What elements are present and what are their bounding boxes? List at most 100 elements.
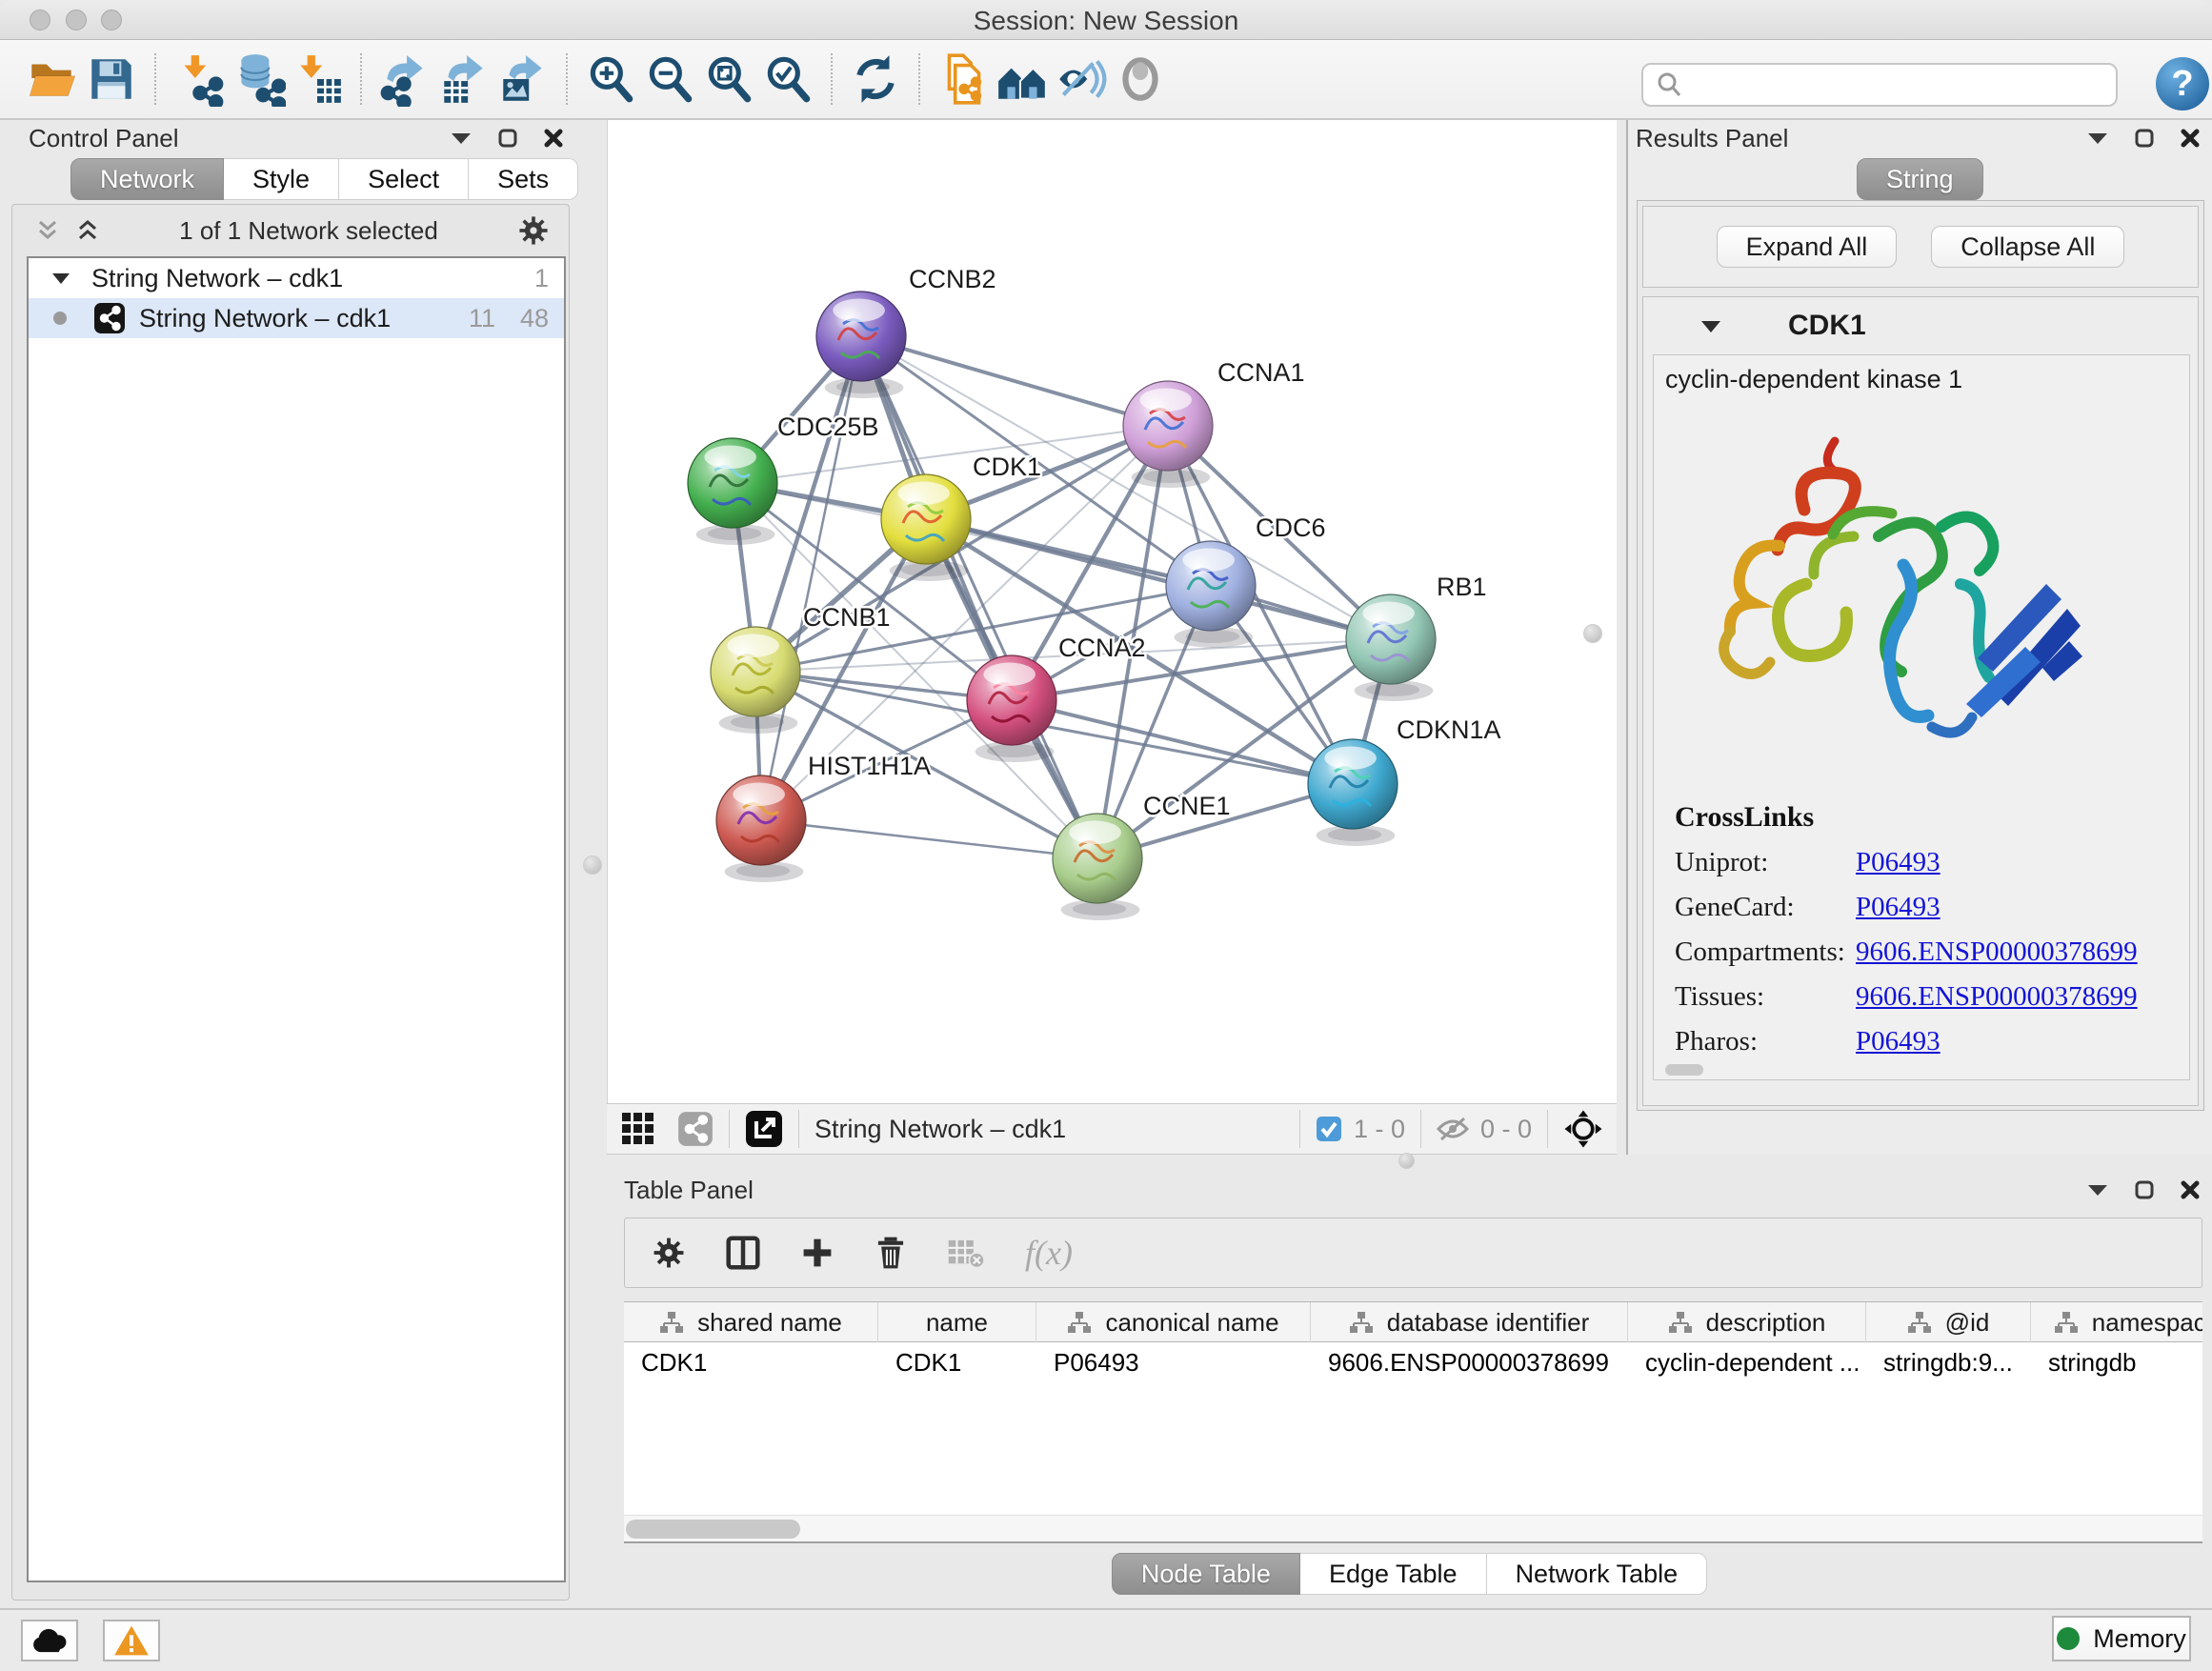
network-edge[interactable] [761, 820, 1097, 858]
cloud-button[interactable] [21, 1620, 78, 1661]
network-node[interactable]: CCNB2 [816, 265, 996, 398]
show-columns-icon[interactable] [726, 1236, 760, 1270]
float-panel-icon[interactable] [2134, 1179, 2155, 1200]
gear-icon[interactable] [652, 1236, 686, 1270]
function-builder-icon[interactable]: f(x) [1025, 1233, 1073, 1273]
table-hscrollbar[interactable] [624, 1515, 2202, 1541]
table-cell[interactable]: CDK1 [878, 1342, 1036, 1382]
tab-sets[interactable]: Sets [469, 158, 578, 200]
first-neighbors-icon[interactable] [993, 50, 1052, 109]
right-splitter-handle[interactable] [1583, 624, 1602, 643]
table-cell[interactable]: P06493 [1036, 1342, 1311, 1382]
zoom-selected-icon[interactable] [758, 50, 817, 109]
add-column-icon[interactable] [800, 1236, 835, 1270]
zoom-out-icon[interactable] [640, 50, 699, 109]
left-splitter-handle[interactable] [583, 856, 602, 875]
help-icon[interactable]: ? [2156, 57, 2209, 111]
tab-style[interactable]: Style [224, 158, 339, 200]
tab-node-table[interactable]: Node Table [1112, 1553, 1300, 1595]
network-collection-row[interactable]: String Network – cdk1 1 [29, 258, 564, 298]
table-cell[interactable]: stringdb:9... [1866, 1342, 2031, 1382]
section-expander-icon[interactable] [1700, 319, 1721, 333]
results-scrollbar-thumb[interactable] [1665, 1064, 1703, 1076]
expand-all-button[interactable]: Expand All [1717, 226, 1898, 268]
close-panel-icon[interactable] [543, 128, 564, 149]
open-session-icon[interactable] [23, 50, 82, 109]
float-panel-icon[interactable] [497, 128, 518, 149]
result-section-header[interactable]: CDK1 [1643, 303, 2198, 349]
table-cell[interactable]: stringdb [2031, 1342, 2202, 1382]
float-panel-icon[interactable] [2134, 128, 2155, 149]
crosslink-value-link[interactable]: P06493 [1856, 1026, 1941, 1057]
network-canvas[interactable]: CCNB2CCNA1CDC25BCDK1CDC6RB1CCNB1CCNA2CDK… [607, 120, 1617, 1103]
status-bar: Memory [0, 1608, 2212, 1671]
column-header-description[interactable]: description [1628, 1302, 1866, 1342]
tab-string[interactable]: String [1857, 158, 1983, 200]
tab-network[interactable]: Network [70, 158, 224, 200]
table-cell[interactable]: cyclin-dependent ... [1628, 1342, 1866, 1382]
network-node[interactable]: CDC6 [1166, 513, 1326, 648]
column-header-database-identifier[interactable]: database identifier [1311, 1302, 1628, 1342]
tab-network-table[interactable]: Network Table [1487, 1553, 1708, 1595]
table-hscrollbar-thumb[interactable] [626, 1520, 800, 1539]
string-import-icon[interactable] [934, 50, 993, 109]
table-cell[interactable]: CDK1 [624, 1342, 878, 1382]
close-panel-icon[interactable] [2180, 1179, 2201, 1200]
table-cell[interactable]: 9606.ENSP00000378699 [1311, 1342, 1628, 1382]
column-header-name[interactable]: name [878, 1302, 1036, 1342]
import-network-database-icon[interactable] [229, 50, 288, 109]
bottom-splitter-handle[interactable] [1398, 1153, 1415, 1169]
import-network-file-icon[interactable] [170, 50, 229, 109]
column-header-namespace[interactable]: namespace [2031, 1302, 2202, 1342]
network-node[interactable]: HIST1H1A [716, 752, 931, 882]
refresh-icon[interactable] [846, 50, 905, 109]
network-node[interactable]: CCNE1 [1053, 792, 1231, 920]
tab-edge-table[interactable]: Edge Table [1300, 1553, 1487, 1595]
network-node[interactable]: CDKN1A [1308, 715, 1501, 846]
lens-icon[interactable] [1111, 50, 1170, 109]
panel-menu-icon[interactable] [450, 131, 473, 146]
panel-menu-icon[interactable] [2086, 1182, 2109, 1198]
column-header-canonical-name[interactable]: canonical name [1036, 1302, 1311, 1342]
network-node[interactable]: CDC25B [688, 413, 879, 545]
expand-all-icon[interactable] [75, 218, 100, 243]
tab-select[interactable]: Select [339, 158, 469, 200]
crosslink-value-link[interactable]: P06493 [1856, 892, 1941, 923]
export-table-file-icon[interactable] [434, 50, 493, 109]
collection-expander-icon[interactable] [51, 272, 70, 285]
memory-button[interactable]: Memory [2052, 1616, 2191, 1661]
hide-selected-eye-icon[interactable] [1052, 50, 1111, 109]
network-edge[interactable] [761, 336, 861, 820]
collapse-all-button[interactable]: Collapse All [1931, 226, 2124, 268]
network-node[interactable]: CCNB1 [711, 603, 891, 734]
search-input[interactable] [1683, 70, 2104, 101]
network-view-mode-icon[interactable] [677, 1111, 714, 1147]
close-panel-icon[interactable] [2180, 128, 2201, 149]
zoom-fit-icon[interactable] [699, 50, 758, 109]
network-node[interactable]: RB1 [1346, 573, 1487, 701]
delete-table-icon[interactable] [947, 1237, 985, 1269]
zoom-in-icon[interactable] [581, 50, 640, 109]
selected-checkbox-icon[interactable] [1316, 1116, 1342, 1142]
crosslink-value-link[interactable]: P06493 [1856, 847, 1941, 878]
hidden-eye-icon[interactable] [1437, 1117, 1469, 1141]
delete-column-icon[interactable] [875, 1236, 907, 1270]
grid-view-icon[interactable] [620, 1111, 656, 1147]
save-session-icon[interactable] [82, 50, 141, 109]
gear-icon[interactable] [517, 214, 550, 247]
warnings-button[interactable] [103, 1620, 160, 1661]
collapse-all-icon[interactable] [35, 218, 60, 243]
network-row[interactable]: String Network – cdk1 11 48 [29, 298, 564, 338]
detach-view-icon[interactable] [745, 1110, 783, 1148]
fit-content-crosshair-icon[interactable] [1563, 1109, 1603, 1149]
column-header-shared-name[interactable]: shared name [624, 1302, 878, 1342]
network-edge[interactable] [861, 336, 1168, 426]
crosslink-value-link[interactable]: 9606.ENSP00000378699 [1856, 981, 2138, 1013]
search-box[interactable] [1641, 63, 2118, 107]
column-header--id[interactable]: @id [1866, 1302, 2031, 1342]
panel-menu-icon[interactable] [2086, 131, 2109, 146]
import-table-file-icon[interactable] [288, 50, 347, 109]
crosslink-value-link[interactable]: 9606.ENSP00000378699 [1856, 936, 2138, 968]
export-network-file-icon[interactable] [375, 50, 434, 109]
export-image-icon[interactable] [493, 50, 553, 109]
